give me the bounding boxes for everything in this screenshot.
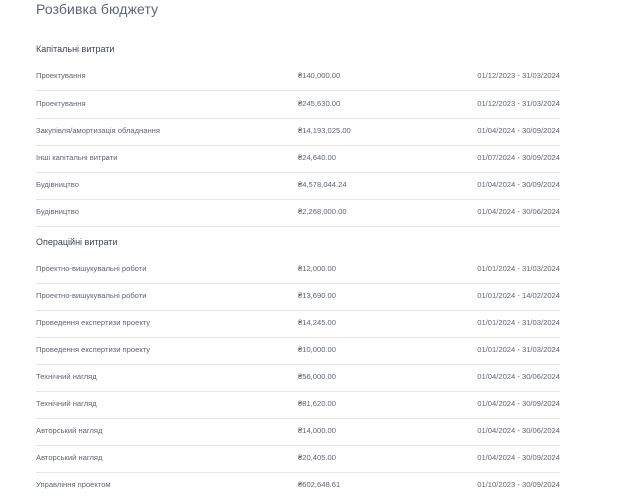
- row-name: Технічний нагляд: [36, 399, 97, 408]
- page-title: Розбивка бюджету: [36, 1, 159, 17]
- table-row: Будівництво ₴2,268,000.00 01/04/2024 - 3…: [36, 199, 560, 227]
- section-title-operational: Операційні витрати: [36, 237, 118, 247]
- table-row: Проектування ₴245,630.00 01/12/2023 - 31…: [36, 91, 560, 119]
- row-name: Технічний нагляд: [36, 372, 97, 381]
- row-period: 01/04/2024 - 30/09/2024: [477, 399, 560, 408]
- section-title-capital: Капітальні витрати: [36, 44, 115, 54]
- table-row: Технічний нагляд ₴81,620.00 01/04/2024 -…: [36, 391, 560, 419]
- row-period: 01/01/2024 - 31/03/2024: [477, 318, 560, 327]
- row-period: 01/01/2024 - 14/02/2024: [477, 291, 560, 300]
- row-amount: ₴14,245.00: [298, 318, 337, 327]
- row-amount: ₴602,648.61: [298, 480, 341, 489]
- row-name: Управління проектом: [36, 480, 111, 489]
- row-amount: ₴13,690.00: [298, 291, 337, 300]
- row-period: 01/04/2024 - 30/06/2024: [477, 207, 560, 216]
- table-row: Закупівля/амортизація обладнання ₴14,193…: [36, 118, 560, 146]
- table-row: Авторський нагляд ₴20,405.00 01/04/2024 …: [36, 445, 560, 473]
- row-amount: ₴2,268,000.00: [298, 207, 347, 216]
- row-amount: ₴56,000.00: [298, 372, 337, 381]
- row-name: Проектування: [36, 99, 86, 108]
- table-row: Управління проектом ₴602,648.61 01/10/20…: [36, 472, 560, 499]
- row-period: 01/01/2024 - 31/03/2024: [477, 345, 560, 354]
- row-name: Закупівля/амортизація обладнання: [36, 126, 160, 135]
- row-name: Проектно-вишукувальні роботи: [36, 264, 147, 273]
- row-period: 01/12/2023 - 31/03/2024: [477, 99, 560, 108]
- row-amount: ₴10,000.00: [298, 345, 337, 354]
- row-name: Авторський нагляд: [36, 453, 103, 462]
- table-row: Інші капітальні витрати ₴24,640.00 01/07…: [36, 145, 560, 173]
- row-amount: ₴245,630.00: [298, 99, 341, 108]
- row-period: 01/07/2024 - 30/09/2024: [477, 153, 560, 162]
- row-period: 01/04/2024 - 30/06/2024: [477, 372, 560, 381]
- row-name: Проведення експертизи проекту: [36, 318, 151, 327]
- table-row: Проектування ₴140,000.00 01/12/2023 - 31…: [36, 63, 560, 91]
- row-amount: ₴81,620.00: [298, 399, 337, 408]
- row-name: Авторський нагляд: [36, 426, 103, 435]
- row-amount: ₴12,000.00: [298, 264, 337, 273]
- table-row: Проектно-вишукувальні роботи ₴13,690.00 …: [36, 283, 560, 311]
- row-amount: ₴24,640.00: [298, 153, 337, 162]
- row-amount: ₴20,405.00: [298, 453, 337, 462]
- table-row: Будівництво ₴4,578,044.24 01/04/2024 - 3…: [36, 172, 560, 200]
- table-row: Проектно-вишукувальні роботи ₴12,000.00 …: [36, 256, 560, 284]
- row-period: 01/01/2024 - 31/03/2024: [477, 264, 560, 273]
- row-period: 01/04/2024 - 30/09/2024: [477, 180, 560, 189]
- table-row: Авторський нагляд ₴14,000.00 01/04/2024 …: [36, 418, 560, 446]
- row-period: 01/12/2023 - 31/03/2024: [477, 71, 560, 80]
- row-period: 01/04/2024 - 30/06/2024: [477, 426, 560, 435]
- row-period: 01/10/2023 - 30/09/2024: [477, 480, 560, 489]
- row-name: Інші капітальні витрати: [36, 153, 118, 162]
- row-amount: ₴14,000.00: [298, 426, 337, 435]
- row-period: 01/04/2024 - 30/09/2024: [477, 126, 560, 135]
- row-name: Будівництво: [36, 207, 79, 216]
- row-amount: ₴140,000.00: [298, 71, 341, 80]
- row-name: Проведення експертизи проекту: [36, 345, 151, 354]
- row-amount: ₴14,193,025.00: [298, 126, 351, 135]
- table-row: Проведення експертизи проекту ₴10,000.00…: [36, 337, 560, 365]
- budget-breakdown-page: Розбивка бюджету Капітальні витрати Прое…: [0, 0, 640, 502]
- row-name: Проектно-вишукувальні роботи: [36, 291, 147, 300]
- table-row: Проведення експертизи проекту ₴14,245.00…: [36, 310, 560, 338]
- table-row: Технічний нагляд ₴56,000.00 01/04/2024 -…: [36, 364, 560, 392]
- row-period: 01/04/2024 - 30/09/2024: [477, 453, 560, 462]
- row-name: Проектування: [36, 71, 86, 80]
- row-name: Будівництво: [36, 180, 79, 189]
- row-amount: ₴4,578,044.24: [298, 180, 347, 189]
